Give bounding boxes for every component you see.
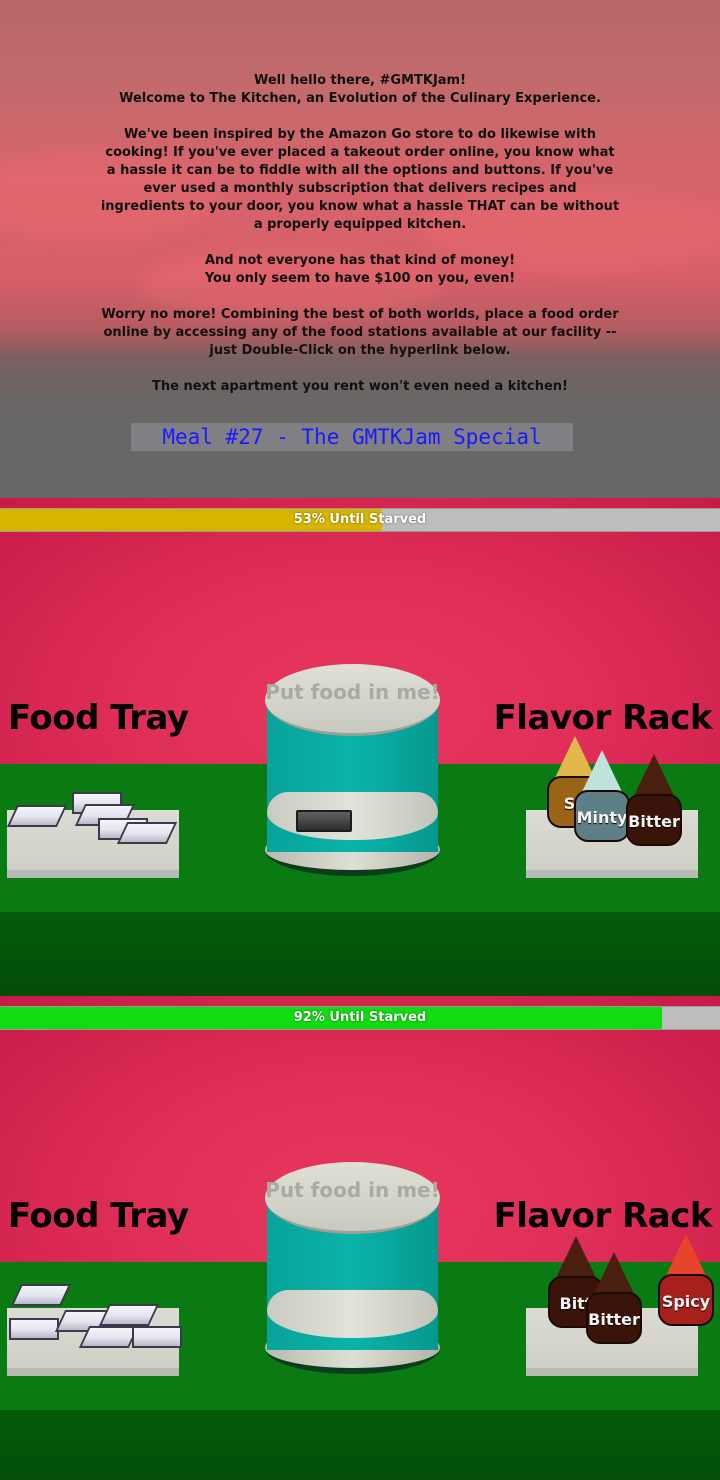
hunger-label: 92% Until Starved (293, 1010, 427, 1025)
intro-paragraph-2: We've been inspired by the Amazon Go sto… (100, 127, 620, 232)
food-item[interactable] (78, 1326, 140, 1348)
hunger-bar: 92% Until Starved (0, 1006, 720, 1030)
kitchen-scene-2: 92% Until Starved Food Tray Flavor Rack … (0, 996, 720, 1480)
food-item[interactable] (9, 1318, 59, 1340)
bottle-label: Spicy (661, 1292, 711, 1311)
food-item[interactable] (116, 822, 178, 844)
counter-edge (0, 912, 720, 996)
intro-text: Well hello there, #GMTKJam! Welcome to T… (100, 72, 620, 396)
food-item[interactable] (10, 1284, 72, 1306)
flavor-bottle[interactable]: Minty (574, 750, 630, 842)
bottle-label: Minty (576, 808, 628, 827)
mixing-tube[interactable]: Put food in me! (265, 664, 440, 884)
intro-panel: Well hello there, #GMTKJam! Welcome to T… (0, 0, 720, 498)
meal-hyperlink[interactable]: Meal #27 - The GMTKJam Special (131, 423, 573, 451)
food-item-in-tube[interactable] (296, 810, 352, 832)
intro-paragraph-4: Worry no more! Combining the best of bot… (101, 307, 619, 358)
food-tray-title: Food Tray (8, 1196, 189, 1236)
food-item[interactable] (6, 805, 68, 827)
intro-paragraph-3: And not everyone has that kind of money!… (204, 253, 516, 286)
bottle-label: Bitter (588, 1310, 640, 1329)
kitchen-scene-1: 53% Until Starved Food Tray Flavor Rack … (0, 498, 720, 996)
intro-paragraph-1: Well hello there, #GMTKJam! Welcome to T… (119, 73, 601, 106)
counter-edge (0, 1410, 720, 1480)
flavor-bottle[interactable]: Bitter (586, 1252, 642, 1344)
flavor-rack-title: Flavor Rack (493, 1196, 713, 1236)
mixing-tube[interactable]: Put food in me! (265, 1162, 440, 1382)
food-item[interactable] (98, 1304, 160, 1326)
intro-paragraph-5: The next apartment you rent won't even n… (151, 379, 568, 394)
bottle-label: Bitter (628, 812, 680, 831)
flavor-bottle[interactable]: Bitter (626, 754, 682, 846)
tube-label: Put food in me! (265, 1178, 440, 1202)
hunger-bar: 53% Until Starved (0, 508, 720, 532)
tube-label: Put food in me! (265, 680, 440, 704)
hunger-label: 53% Until Starved (293, 512, 427, 527)
food-item[interactable] (132, 1326, 182, 1348)
flavor-bottle[interactable]: Spicy (658, 1234, 714, 1326)
food-tray-title: Food Tray (8, 698, 189, 738)
flavor-rack-title: Flavor Rack (493, 698, 713, 738)
